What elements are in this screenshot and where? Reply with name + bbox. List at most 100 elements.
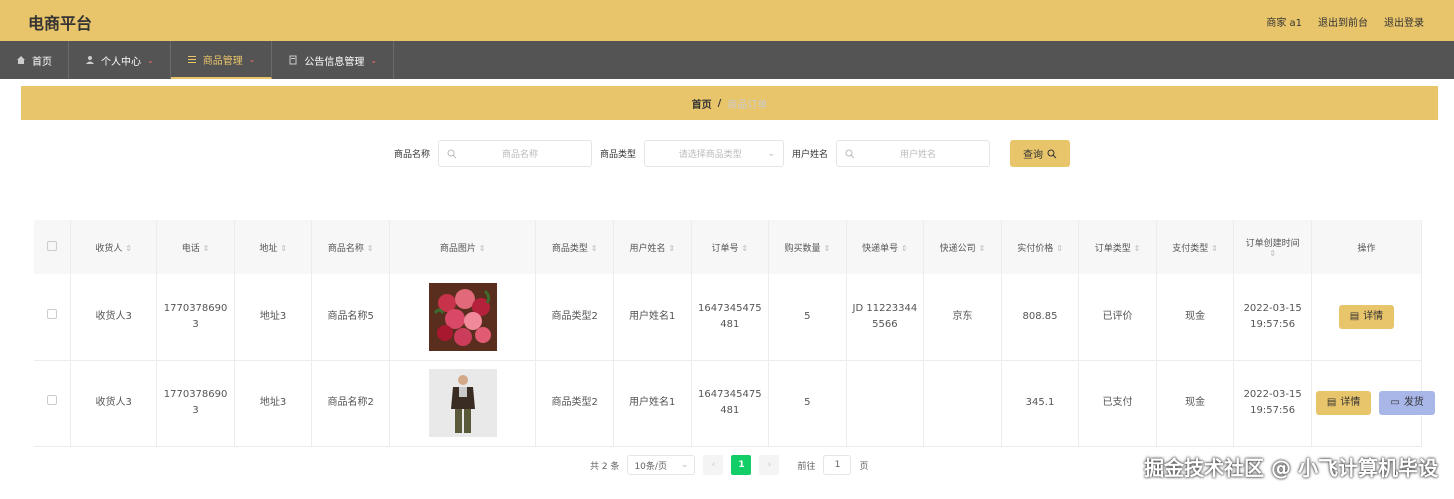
sort-icon: ⇕	[366, 243, 374, 253]
product-name-input[interactable]: 商品名称	[438, 140, 593, 167]
column-header[interactable]: 收货人 ⇕	[70, 220, 158, 274]
column-header[interactable]: 用户姓名 ⇕	[613, 220, 692, 274]
query-button[interactable]: 查询	[1010, 140, 1071, 167]
chevron-down-icon: ⌄	[680, 460, 689, 470]
chevron-down-icon: ⌄	[370, 55, 378, 65]
column-header[interactable]: 商品图片 ⇕	[389, 220, 537, 274]
orders-table: 收货人 ⇕ 电话 ⇕ 地址 ⇕ 商品名称 ⇕ 商品图片 ⇕ 商品类型 ⇕ 用户姓…	[34, 220, 1435, 447]
breadcrumb-separator: /	[717, 97, 722, 109]
table-header-row: 收货人 ⇕ 电话 ⇕ 地址 ⇕ 商品名称 ⇕ 商品图片 ⇕ 商品类型 ⇕ 用户姓…	[34, 220, 1423, 274]
column-header[interactable]: 支付类型 ⇕	[1156, 220, 1235, 274]
sort-icon: ⇕	[1211, 243, 1218, 253]
detail-button[interactable]: ▤ 详情	[1315, 391, 1372, 415]
cell-user-name: 用户姓名1	[613, 274, 692, 361]
nav-item-notice-management[interactable]: 公告信息管理 ⌄	[272, 41, 395, 79]
chevron-down-icon: ⌄	[248, 54, 256, 64]
main-nav: 首页 个人中心 ⌄ 商品管理 ⌄ 公告信息管理 ⌄	[0, 41, 1454, 79]
goto-page-input[interactable]: 1	[823, 455, 852, 475]
sort-icon: ⇕	[1133, 243, 1141, 253]
nav-item-personal-center[interactable]: 个人中心 ⌄	[69, 41, 171, 79]
cell-price: 808.85	[1001, 274, 1080, 361]
column-header[interactable]: 快递单号 ⇕	[846, 220, 925, 274]
chevron-right-icon: ›	[767, 460, 772, 470]
cell-courier	[923, 360, 1002, 447]
select-all-header[interactable]	[34, 220, 72, 274]
column-header[interactable]: 订单类型 ⇕	[1078, 220, 1157, 274]
cell-receiver: 收货人3	[70, 360, 158, 447]
list-icon	[187, 56, 196, 63]
cell-quantity: 5	[768, 274, 847, 361]
column-header[interactable]: 商品名称 ⇕	[311, 220, 390, 274]
product-image-man	[428, 369, 497, 437]
logout-link[interactable]: 退出登录	[1384, 14, 1424, 29]
query-button-label: 查询	[1023, 150, 1044, 161]
breadcrumb-home[interactable]: 首页	[692, 96, 712, 111]
detail-button-label: 详情	[1340, 397, 1361, 408]
user-name-label: 用户姓名	[792, 150, 829, 160]
select-all-checkbox[interactable]	[47, 240, 58, 251]
goto-label: 前往	[797, 461, 816, 472]
cell-tracking-no: JD 112233445566	[846, 274, 925, 361]
cell-order-no: 1647345475481	[691, 274, 770, 361]
cell-phone: 17703786903	[156, 360, 235, 447]
column-header[interactable]: 订单号 ⇕	[691, 220, 770, 274]
column-header[interactable]: 商品类型 ⇕	[535, 220, 614, 274]
column-header-actions: 操作	[1311, 220, 1423, 274]
sort-icon: ⇕	[280, 243, 287, 253]
nav-item-label: 商品管理	[202, 55, 243, 67]
detail-button[interactable]: ▤ 详情	[1338, 304, 1395, 329]
cell-created: 2022-03-15 19:57:56	[1233, 274, 1312, 361]
app-title: 电商平台	[28, 14, 93, 33]
notice-icon	[289, 55, 297, 65]
cell-price: 345.1	[1001, 360, 1080, 447]
product-type-label: 商品类型	[600, 150, 637, 160]
search-icon	[845, 149, 855, 158]
sort-icon: ⇕	[590, 243, 598, 253]
row-checkbox[interactable]	[47, 395, 58, 405]
cell-order-type: 已评价	[1078, 274, 1157, 361]
user-name-input[interactable]: 用户姓名	[836, 140, 991, 167]
product-type-select[interactable]: 请选择商品类型 ⌄	[644, 140, 785, 167]
nav-item-home[interactable]: 首页	[0, 41, 69, 79]
cell-order-no: 1647345475481	[691, 360, 770, 447]
page-number-current[interactable]: 1	[731, 455, 752, 475]
chevron-down-icon: ⌄	[767, 148, 776, 159]
search-icon	[447, 149, 457, 158]
cell-quantity: 5	[768, 360, 847, 447]
cell-product-type: 商品类型2	[535, 360, 614, 447]
column-header[interactable]: 地址 ⇕	[234, 220, 313, 274]
ship-button[interactable]: ▭ 发货	[1379, 391, 1435, 415]
column-header[interactable]: 电话 ⇕	[156, 220, 235, 274]
cell-address: 地址3	[234, 360, 313, 447]
nav-item-product-management[interactable]: 商品管理 ⌄	[170, 41, 273, 79]
column-header[interactable]: 快递公司 ⇕	[923, 220, 1002, 274]
table-row: 收货人3 17703786903 地址3 商品名称2 商品类型2 用户姓名1 1…	[34, 360, 1435, 447]
prev-page-button[interactable]: ‹	[703, 455, 724, 475]
current-user[interactable]: 商家 a1	[1266, 14, 1302, 29]
top-header: 电商平台 商家 a1 退出到前台 退出登录	[0, 0, 1454, 41]
cell-actions: ▤ 详情	[1311, 274, 1423, 361]
cell-address: 地址3	[234, 274, 313, 361]
sort-icon: ⇕	[1056, 243, 1063, 253]
chevron-left-icon: ‹	[711, 460, 716, 470]
column-header[interactable]: 订单创建时间 ⇕	[1233, 220, 1312, 274]
table-row: 收货人3 17703786903 地址3 商品名称5 商品类型2 用户姓名1 1…	[34, 274, 1423, 361]
cell-product-image	[389, 360, 537, 447]
home-icon	[17, 56, 25, 64]
next-page-button[interactable]: ›	[759, 455, 780, 475]
nav-item-label: 个人中心	[101, 56, 141, 68]
row-checkbox[interactable]	[47, 308, 58, 319]
pagination-total: 共 2 条	[590, 461, 620, 472]
search-form: 商品名称 商品名称 商品类型 请选择商品类型 ⌄ 用户姓名 用户姓名 查询	[394, 140, 1071, 167]
column-header[interactable]: 实付价格 ⇕	[1001, 220, 1080, 274]
cell-order-type: 已支付	[1078, 360, 1157, 447]
document-icon: ▤	[1326, 397, 1337, 408]
column-header[interactable]: 购买数量 ⇕	[768, 220, 847, 274]
breadcrumb-current: 商品订单	[727, 99, 768, 111]
page-size-select[interactable]: 10条/页 ⌄	[627, 455, 696, 475]
ship-icon: ▭	[1390, 397, 1400, 408]
page-size-value: 10条/页	[634, 461, 667, 472]
goto-front-link[interactable]: 退出到前台	[1318, 14, 1368, 29]
cell-product-name: 商品名称5	[311, 274, 390, 361]
ship-button-label: 发货	[1403, 397, 1424, 408]
